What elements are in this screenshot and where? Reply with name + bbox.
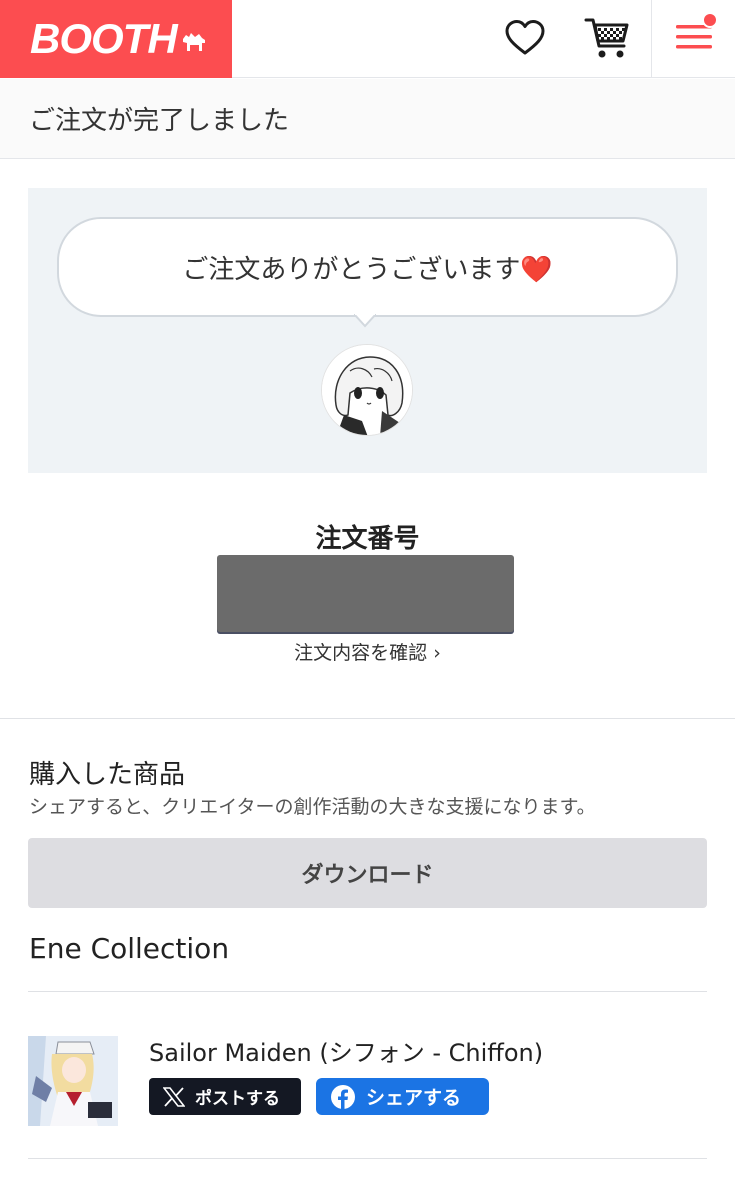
order-detail-link[interactable]: 注文内容を確認 › [0, 638, 735, 665]
menu-button[interactable] [651, 0, 735, 78]
notification-dot [702, 12, 718, 28]
page-title-bar: ご注文が完了しました [0, 79, 735, 159]
item-divider [28, 991, 707, 992]
creator-avatar [321, 344, 413, 436]
section-divider [0, 718, 735, 719]
speech-bubble: ご注文ありがとうございます❤️ [57, 217, 678, 317]
thanks-panel: ご注文ありがとうございます❤️ [28, 188, 707, 473]
order-number-label: 注文番号 [315, 524, 420, 554]
purchased-subtitle: シェアすると、クリエイターの創作活動の大きな支援になります。 [29, 796, 596, 818]
download-button[interactable]: ダウンロード [28, 838, 707, 908]
bubble-tail [354, 314, 376, 328]
item-title[interactable]: Sailor Maiden (シフォン - Chiffon) [149, 1033, 543, 1068]
post-label: ポストする [195, 1089, 280, 1109]
x-logo-icon [163, 1086, 185, 1107]
share-label: シェアする [366, 1087, 462, 1109]
shop-name[interactable]: Ene Collection [29, 932, 229, 965]
thanks-message: ご注文ありがとうございます❤️ [182, 254, 553, 285]
facebook-icon [330, 1084, 356, 1110]
logo-text: BOOTH [30, 15, 178, 62]
item-divider [28, 1158, 707, 1159]
product-thumbnail[interactable] [28, 1036, 118, 1126]
post-to-x-button[interactable]: ポストする [149, 1078, 301, 1115]
cart-icon[interactable] [583, 14, 631, 62]
booth-logo[interactable]: BOOTH [0, 0, 232, 78]
share-facebook-button[interactable]: シェアする [316, 1078, 489, 1115]
top-header: BOOTH [0, 0, 735, 78]
purchased-title: 購入した商品 [29, 760, 186, 790]
camel-icon [181, 31, 207, 57]
heart-icon[interactable] [501, 14, 549, 62]
order-number-redacted [217, 555, 514, 632]
page-title: ご注文が完了しました [29, 106, 290, 136]
